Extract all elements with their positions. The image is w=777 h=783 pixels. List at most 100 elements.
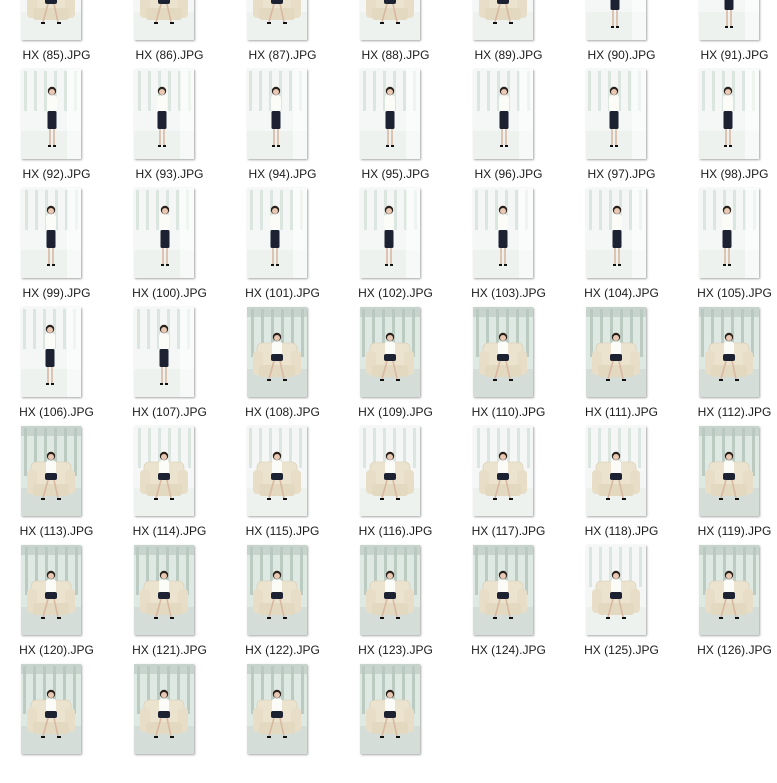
- file-item[interactable]: HX (99).JPG: [0, 188, 113, 307]
- file-item[interactable]: HX (102).JPG: [339, 188, 452, 307]
- photo-thumbnail[interactable]: [360, 0, 420, 40]
- photo-thumbnail[interactable]: [21, 69, 81, 159]
- file-item[interactable]: HX (110).JPG: [452, 307, 565, 426]
- photo-thumbnail[interactable]: [21, 307, 81, 397]
- photo-thumbnail[interactable]: [134, 0, 194, 40]
- file-item[interactable]: HX (109).JPG: [339, 307, 452, 426]
- file-item[interactable]: HX (95).JPG: [339, 69, 452, 188]
- file-item[interactable]: HX (103).JPG: [452, 188, 565, 307]
- file-item[interactable]: HX (87).JPG: [226, 0, 339, 69]
- file-item[interactable]: HX (119).JPG: [678, 426, 777, 545]
- file-item[interactable]: HX (112).JPG: [678, 307, 777, 426]
- file-item[interactable]: HX (85).JPG: [0, 0, 113, 69]
- photo-thumbnail[interactable]: [360, 545, 420, 635]
- file-item[interactable]: HX (91).JPG: [678, 0, 777, 69]
- photo-thumbnail[interactable]: [586, 0, 646, 40]
- file-item[interactable]: HX (126).JPG: [678, 545, 777, 664]
- photo-thumbnail[interactable]: [699, 69, 759, 159]
- file-item[interactable]: HX (107).JPG: [113, 307, 226, 426]
- photo-thumbnail[interactable]: [360, 307, 420, 397]
- file-item[interactable]: HX (114).JPG: [113, 426, 226, 545]
- photo-thumbnail[interactable]: [247, 664, 307, 754]
- file-name-label: HX (104).JPG: [584, 286, 659, 300]
- file-name-label: HX (101).JPG: [245, 286, 320, 300]
- photo-thumbnail[interactable]: [473, 307, 533, 397]
- file-item[interactable]: HX (92).JPG: [0, 69, 113, 188]
- file-item[interactable]: HX (104).JPG: [565, 188, 678, 307]
- file-name-label: HX (86).JPG: [135, 48, 204, 62]
- file-item[interactable]: HX (105).JPG: [678, 188, 777, 307]
- file-item[interactable]: HX (101).JPG: [226, 188, 339, 307]
- photo-thumbnail[interactable]: [699, 0, 759, 40]
- photo-thumbnail[interactable]: [473, 188, 533, 278]
- photo-thumbnail[interactable]: [247, 426, 307, 516]
- thumbnail-row: HX (99).JPG HX (100).JPG HX (101).JPG HX (1…: [0, 188, 777, 307]
- photo-thumbnail[interactable]: [247, 69, 307, 159]
- photo-thumbnail[interactable]: [699, 307, 759, 397]
- file-item[interactable]: HX (113).JPG: [0, 426, 113, 545]
- file-item[interactable]: HX (94).JPG: [226, 69, 339, 188]
- file-item[interactable]: HX (106).JPG: [0, 307, 113, 426]
- file-item[interactable]: HX (100).JPG: [113, 188, 226, 307]
- photo-thumbnail[interactable]: [586, 426, 646, 516]
- photo-thumbnail[interactable]: [586, 307, 646, 397]
- photo-thumbnail[interactable]: [247, 0, 307, 40]
- file-item[interactable]: [113, 664, 226, 783]
- file-item[interactable]: HX (96).JPG: [452, 69, 565, 188]
- photo-thumbnail[interactable]: [473, 0, 533, 40]
- photo-thumbnail[interactable]: [247, 188, 307, 278]
- file-name-label: HX (112).JPG: [697, 405, 772, 419]
- photo-thumbnail[interactable]: [21, 545, 81, 635]
- photo-thumbnail[interactable]: [360, 426, 420, 516]
- file-item[interactable]: [226, 664, 339, 783]
- file-item[interactable]: HX (121).JPG: [113, 545, 226, 664]
- file-item[interactable]: HX (89).JPG: [452, 0, 565, 69]
- file-item[interactable]: [339, 664, 452, 783]
- photo-thumbnail[interactable]: [21, 664, 81, 754]
- file-item[interactable]: HX (117).JPG: [452, 426, 565, 545]
- file-item[interactable]: HX (116).JPG: [339, 426, 452, 545]
- file-item[interactable]: HX (108).JPG: [226, 307, 339, 426]
- file-item[interactable]: HX (93).JPG: [113, 69, 226, 188]
- photo-thumbnail[interactable]: [586, 545, 646, 635]
- photo-thumbnail[interactable]: [134, 307, 194, 397]
- photo-thumbnail[interactable]: [360, 69, 420, 159]
- file-item[interactable]: HX (88).JPG: [339, 0, 452, 69]
- photo-thumbnail[interactable]: [473, 426, 533, 516]
- file-item[interactable]: HX (111).JPG: [565, 307, 678, 426]
- file-item[interactable]: [0, 664, 113, 783]
- photo-thumbnail[interactable]: [21, 426, 81, 516]
- file-item[interactable]: HX (90).JPG: [565, 0, 678, 69]
- photo-thumbnail[interactable]: [360, 664, 420, 754]
- photo-thumbnail[interactable]: [134, 545, 194, 635]
- photo-thumbnail[interactable]: [247, 307, 307, 397]
- file-name-label: HX (88).JPG: [361, 48, 430, 62]
- photo-thumbnail[interactable]: [134, 664, 194, 754]
- file-item[interactable]: HX (86).JPG: [113, 0, 226, 69]
- photo-thumbnail[interactable]: [134, 69, 194, 159]
- file-item[interactable]: HX (98).JPG: [678, 69, 777, 188]
- file-name-label: HX (120).JPG: [19, 643, 94, 657]
- photo-thumbnail[interactable]: [473, 69, 533, 159]
- photo-thumbnail[interactable]: [21, 0, 81, 40]
- photo-thumbnail[interactable]: [586, 69, 646, 159]
- file-item[interactable]: HX (115).JPG: [226, 426, 339, 545]
- file-item[interactable]: HX (124).JPG: [452, 545, 565, 664]
- photo-thumbnail[interactable]: [134, 426, 194, 516]
- file-item[interactable]: HX (125).JPG: [565, 545, 678, 664]
- file-item[interactable]: HX (122).JPG: [226, 545, 339, 664]
- photo-thumbnail[interactable]: [473, 545, 533, 635]
- photo-thumbnail[interactable]: [21, 188, 81, 278]
- file-item[interactable]: HX (97).JPG: [565, 69, 678, 188]
- file-item[interactable]: HX (123).JPG: [339, 545, 452, 664]
- file-name-label: HX (87).JPG: [248, 48, 317, 62]
- photo-thumbnail[interactable]: [360, 188, 420, 278]
- photo-thumbnail[interactable]: [699, 188, 759, 278]
- photo-thumbnail[interactable]: [247, 545, 307, 635]
- photo-thumbnail[interactable]: [586, 188, 646, 278]
- photo-thumbnail[interactable]: [134, 188, 194, 278]
- file-item[interactable]: HX (118).JPG: [565, 426, 678, 545]
- file-item[interactable]: HX (120).JPG: [0, 545, 113, 664]
- photo-thumbnail[interactable]: [699, 545, 759, 635]
- photo-thumbnail[interactable]: [699, 426, 759, 516]
